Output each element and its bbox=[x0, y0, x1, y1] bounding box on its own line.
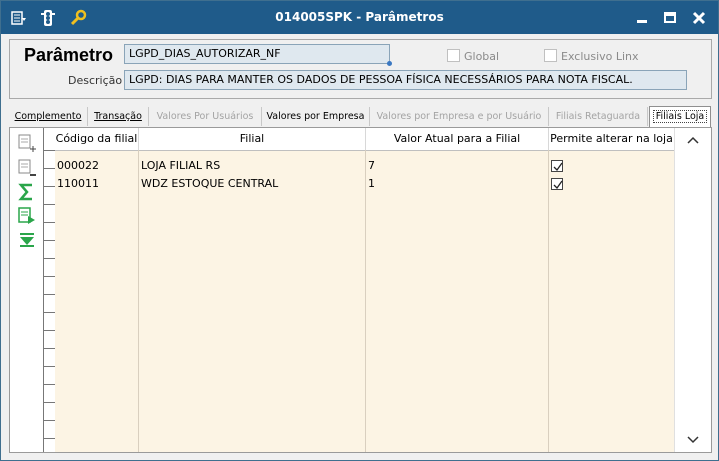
tab-filiais-retaguarda-label: Filiais Retaguarda bbox=[555, 111, 641, 122]
export-icon[interactable] bbox=[17, 206, 37, 226]
tab-transacao[interactable]: Transação bbox=[88, 107, 149, 126]
description-label: Descrição bbox=[68, 74, 123, 87]
parameter-panel: Parâmetro LGPD_DIAS_AUTORIZAR_NF Global … bbox=[9, 39, 712, 99]
filiais-grid: Código da filial Filial Valor Atual para… bbox=[55, 128, 675, 452]
vertical-scrollbar[interactable] bbox=[674, 128, 711, 452]
minimize-button[interactable] bbox=[632, 9, 652, 27]
tab-filiais-loja[interactable]: Filiais Loja bbox=[649, 106, 711, 128]
exclusive-linx-checkbox[interactable]: Exclusivo Linx bbox=[544, 49, 639, 63]
exclusive-linx-label: Exclusivo Linx bbox=[561, 50, 639, 63]
cell-filial[interactable]: LOJA FILIAL RS bbox=[141, 157, 220, 175]
tab-valores-por-usuarios[interactable]: Valores Por Usuários bbox=[149, 107, 262, 126]
cell-filial[interactable]: WDZ ESTOQUE CENTRAL bbox=[141, 175, 278, 193]
scroll-down-icon[interactable] bbox=[675, 434, 711, 447]
description-field[interactable]: LGPD: DIAS PARA MANTER OS DADOS DE PESSO… bbox=[124, 70, 687, 90]
global-checkbox-box[interactable] bbox=[447, 49, 460, 62]
parameters-window: 014005SPK - Parâmetros Parâmetro LGPD_DI… bbox=[0, 0, 719, 461]
global-label: Global bbox=[464, 50, 500, 63]
exclusive-linx-checkbox-box[interactable] bbox=[544, 49, 557, 62]
lookup-handle-icon[interactable] bbox=[387, 61, 392, 66]
tab-valores-por-usuarios-label: Valores Por Usuários bbox=[156, 111, 254, 122]
tab-valores-por-empresa-e-usuario-label: Valores por Empresa e por Usuário bbox=[376, 111, 542, 122]
title-bar[interactable]: 014005SPK - Parâmetros bbox=[1, 1, 718, 34]
maximize-button[interactable] bbox=[660, 9, 680, 27]
collapse-icon[interactable] bbox=[17, 230, 37, 250]
cell-codigo[interactable]: 110011 bbox=[57, 175, 99, 193]
tab-valores-por-empresa[interactable]: Valores por Empresa bbox=[262, 107, 370, 126]
cell-valor[interactable]: 1 bbox=[368, 175, 375, 193]
global-checkbox[interactable]: Global bbox=[447, 49, 499, 63]
cell-codigo[interactable]: 000022 bbox=[57, 157, 99, 175]
tab-filiais-retaguarda[interactable]: Filiais Retaguarda bbox=[549, 107, 648, 126]
column-header-valor[interactable]: Valor Atual para a Filial bbox=[366, 128, 549, 151]
tab-valores-por-empresa-label: Valores por Empresa bbox=[266, 111, 365, 122]
tab-strip: Complemento Transação Valores Por Usuári… bbox=[9, 106, 711, 128]
cell-valor[interactable]: 7 bbox=[368, 157, 375, 175]
column-header-codigo[interactable]: Código da filial bbox=[55, 128, 139, 151]
parameter-label: Parâmetro bbox=[24, 45, 114, 65]
window-title: 014005SPK - Parâmetros bbox=[275, 10, 444, 24]
tab-transacao-label: Transação bbox=[94, 111, 142, 122]
sum-icon[interactable] bbox=[17, 182, 37, 202]
add-row-icon[interactable] bbox=[17, 133, 37, 153]
column-header-filial[interactable]: Filial bbox=[139, 128, 366, 151]
column-header-permite[interactable]: Permite alterar na loja bbox=[549, 128, 675, 151]
tab-complemento-label: Complemento bbox=[14, 111, 82, 122]
tab-valores-por-empresa-e-usuario[interactable]: Valores por Empresa e por Usuário bbox=[370, 107, 549, 126]
tab-filiais-loja-label: Filiais Loja bbox=[652, 110, 708, 123]
tab-complemento[interactable]: Complemento bbox=[9, 107, 88, 126]
grid-area: Código da filial Filial Valor Atual para… bbox=[9, 127, 712, 453]
remove-row-icon[interactable] bbox=[17, 158, 37, 178]
scroll-up-icon[interactable] bbox=[675, 134, 711, 147]
close-button[interactable] bbox=[689, 9, 709, 27]
permite-checkbox[interactable] bbox=[551, 178, 563, 190]
parameter-field[interactable]: LGPD_DIAS_AUTORIZAR_NF bbox=[124, 44, 392, 66]
parameter-value: LGPD_DIAS_AUTORIZAR_NF bbox=[129, 47, 281, 60]
permite-checkbox[interactable] bbox=[551, 160, 563, 172]
grid-toolbar bbox=[10, 128, 42, 452]
